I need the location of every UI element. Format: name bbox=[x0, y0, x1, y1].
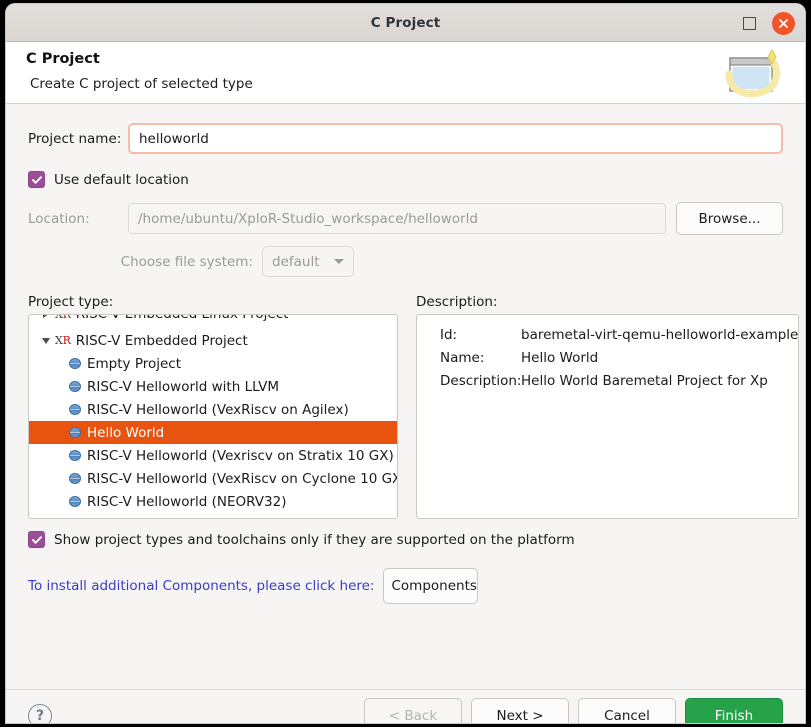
use-default-location-row[interactable]: Use default location bbox=[28, 171, 783, 188]
components-button[interactable]: Components bbox=[382, 568, 478, 604]
wizard-header: C Project Create C project of selected t… bbox=[6, 42, 805, 104]
chevron-down-icon[interactable] bbox=[37, 337, 55, 344]
tree-item[interactable]: RISC-V Helloworld (Vexriscv on Stratix 1… bbox=[29, 444, 397, 467]
description-key: Id: bbox=[440, 326, 458, 343]
tree-item[interactable]: RISC-V Helloworld (VexRiscv on Cyclone 1… bbox=[29, 467, 397, 490]
tree-item-label: RISC-V Helloworld (NEORV32) bbox=[87, 493, 287, 510]
install-components-row: To install additional Components, please… bbox=[28, 568, 783, 604]
help-icon[interactable]: ? bbox=[28, 703, 52, 723]
use-default-location-label: Use default location bbox=[54, 171, 189, 188]
project-name-input[interactable]: helloworld bbox=[128, 123, 783, 154]
page-subtitle: Create C project of selected type bbox=[30, 76, 253, 92]
tree-item[interactable]: XR RISC-V Embedded Project bbox=[29, 329, 397, 352]
tree-item[interactable]: XR RISC-V Embedded Linux Project bbox=[29, 315, 397, 329]
wizard-window-icon bbox=[725, 48, 781, 98]
tree-item-label: RISC-V Embedded Project bbox=[75, 332, 248, 349]
cancel-button[interactable]: Cancel bbox=[578, 698, 676, 723]
type-and-description: Project type: XR RISC-V Embedded Linux Pr… bbox=[28, 294, 800, 519]
finish-button[interactable]: Finish bbox=[685, 698, 783, 723]
wizard-footer: ? < Back Next > Cancel Finish bbox=[6, 689, 805, 723]
location-label: Location: bbox=[28, 210, 90, 227]
disc-icon bbox=[69, 404, 81, 415]
install-components-text: To install additional Components, please… bbox=[28, 578, 375, 594]
tree-item-label: RISC-V Helloworld (Vexriscv on Stratix 1… bbox=[87, 447, 394, 464]
project-name-label: Project name: bbox=[28, 130, 122, 147]
xr-icon: XR bbox=[55, 334, 71, 347]
description-key: Name: bbox=[440, 349, 485, 366]
check-icon bbox=[31, 535, 42, 544]
tree-item-label: RISC-V Helloworld (VexRiscv on Cyclone 1… bbox=[87, 470, 398, 487]
project-type-tree[interactable]: XR RISC-V Embedded Linux Project XR RISC-V … bbox=[28, 314, 398, 519]
location-row: Location: /home/ubuntu/XploR-Studio_work… bbox=[28, 202, 783, 235]
description-content: Id: baremetal-virt-qemu-helloworld-exampl… bbox=[417, 315, 798, 392]
tree-item[interactable]: RISC-V Helloworld (VexRiscv on Agilex) bbox=[29, 398, 397, 421]
location-input[interactable]: /home/ubuntu/XploR-Studio_workspace/hell… bbox=[128, 203, 666, 234]
tree-item-label: RISC-V Embedded Linux Project bbox=[76, 315, 289, 322]
close-icon bbox=[779, 18, 788, 28]
file-system-select[interactable]: default bbox=[262, 246, 354, 277]
browse-button[interactable]: Browse... bbox=[676, 202, 783, 235]
file-system-label: Choose file system: bbox=[120, 253, 253, 270]
file-system-value: default bbox=[272, 253, 320, 270]
window-controls bbox=[743, 4, 795, 42]
tree-item[interactable]: Hello World bbox=[29, 421, 397, 444]
chevron-down-icon bbox=[333, 259, 344, 264]
description-value: Hello World Baremetal Project for Xp bbox=[521, 372, 768, 389]
use-default-location-checkbox[interactable] bbox=[28, 171, 45, 188]
wizard-buttons: < Back Next > Cancel Finish bbox=[364, 698, 783, 723]
project-name-row: Project name: helloworld bbox=[28, 123, 783, 154]
window-title: C Project bbox=[370, 14, 441, 31]
disc-icon bbox=[69, 450, 81, 461]
check-icon bbox=[31, 175, 42, 184]
xr-icon: XR bbox=[55, 315, 71, 321]
description-key: Description: bbox=[440, 372, 522, 389]
description-row: Description: Hello World Baremetal Projec… bbox=[417, 369, 798, 392]
page-title: C Project bbox=[26, 51, 100, 67]
tree-item-label: RISC-V Helloworld (VexRiscv on Agilex) bbox=[87, 401, 349, 418]
description-row: Name: Hello World bbox=[417, 346, 798, 369]
description-value: Hello World bbox=[521, 349, 599, 366]
disc-icon bbox=[69, 473, 81, 484]
tree-item-label: Hello World bbox=[87, 424, 165, 441]
tree-item[interactable]: RISC-V Helloworld with LLVM bbox=[29, 375, 397, 398]
close-button[interactable] bbox=[772, 11, 795, 35]
description-value: baremetal-virt-qemu-helloworld-example bbox=[521, 326, 799, 343]
tree-item-label: Empty Project bbox=[87, 355, 182, 372]
chevron-right-icon[interactable] bbox=[37, 315, 55, 318]
maximize-icon[interactable] bbox=[743, 16, 756, 30]
description-box: Id: baremetal-virt-qemu-helloworld-exampl… bbox=[416, 314, 800, 519]
show-supported-checkbox[interactable] bbox=[28, 531, 45, 548]
wizard-body: Project name: helloworld Use default loc… bbox=[6, 123, 805, 689]
project-type-label: Project type: bbox=[28, 294, 114, 310]
tree-item-label: RISC-V Helloworld with LLVM bbox=[87, 378, 280, 395]
show-supported-row[interactable]: Show project types and toolchains only i… bbox=[28, 531, 783, 548]
tree-item[interactable]: Empty Project bbox=[29, 352, 397, 375]
description-label: Description: bbox=[416, 294, 498, 310]
show-supported-label: Show project types and toolchains only i… bbox=[54, 531, 575, 548]
disc-icon bbox=[69, 358, 81, 369]
tree-item[interactable]: RISC-V Helloworld (NEORV32) bbox=[29, 490, 397, 513]
file-system-row: Choose file system: default bbox=[28, 246, 783, 277]
back-button[interactable]: < Back bbox=[364, 698, 462, 723]
c-project-dialog: C Project C Project Create C project of … bbox=[6, 4, 805, 723]
next-button[interactable]: Next > bbox=[471, 698, 569, 723]
disc-icon bbox=[69, 496, 81, 507]
disc-icon bbox=[69, 427, 81, 438]
project-type-panel: Project type: XR RISC-V Embedded Linux Pr… bbox=[28, 294, 398, 519]
title-bar[interactable]: C Project bbox=[6, 4, 805, 42]
disc-icon bbox=[69, 381, 81, 392]
description-row: Id: baremetal-virt-qemu-helloworld-exampl… bbox=[417, 323, 798, 346]
description-panel: Description: Id: baremetal-virt-qemu-hell… bbox=[416, 294, 800, 519]
